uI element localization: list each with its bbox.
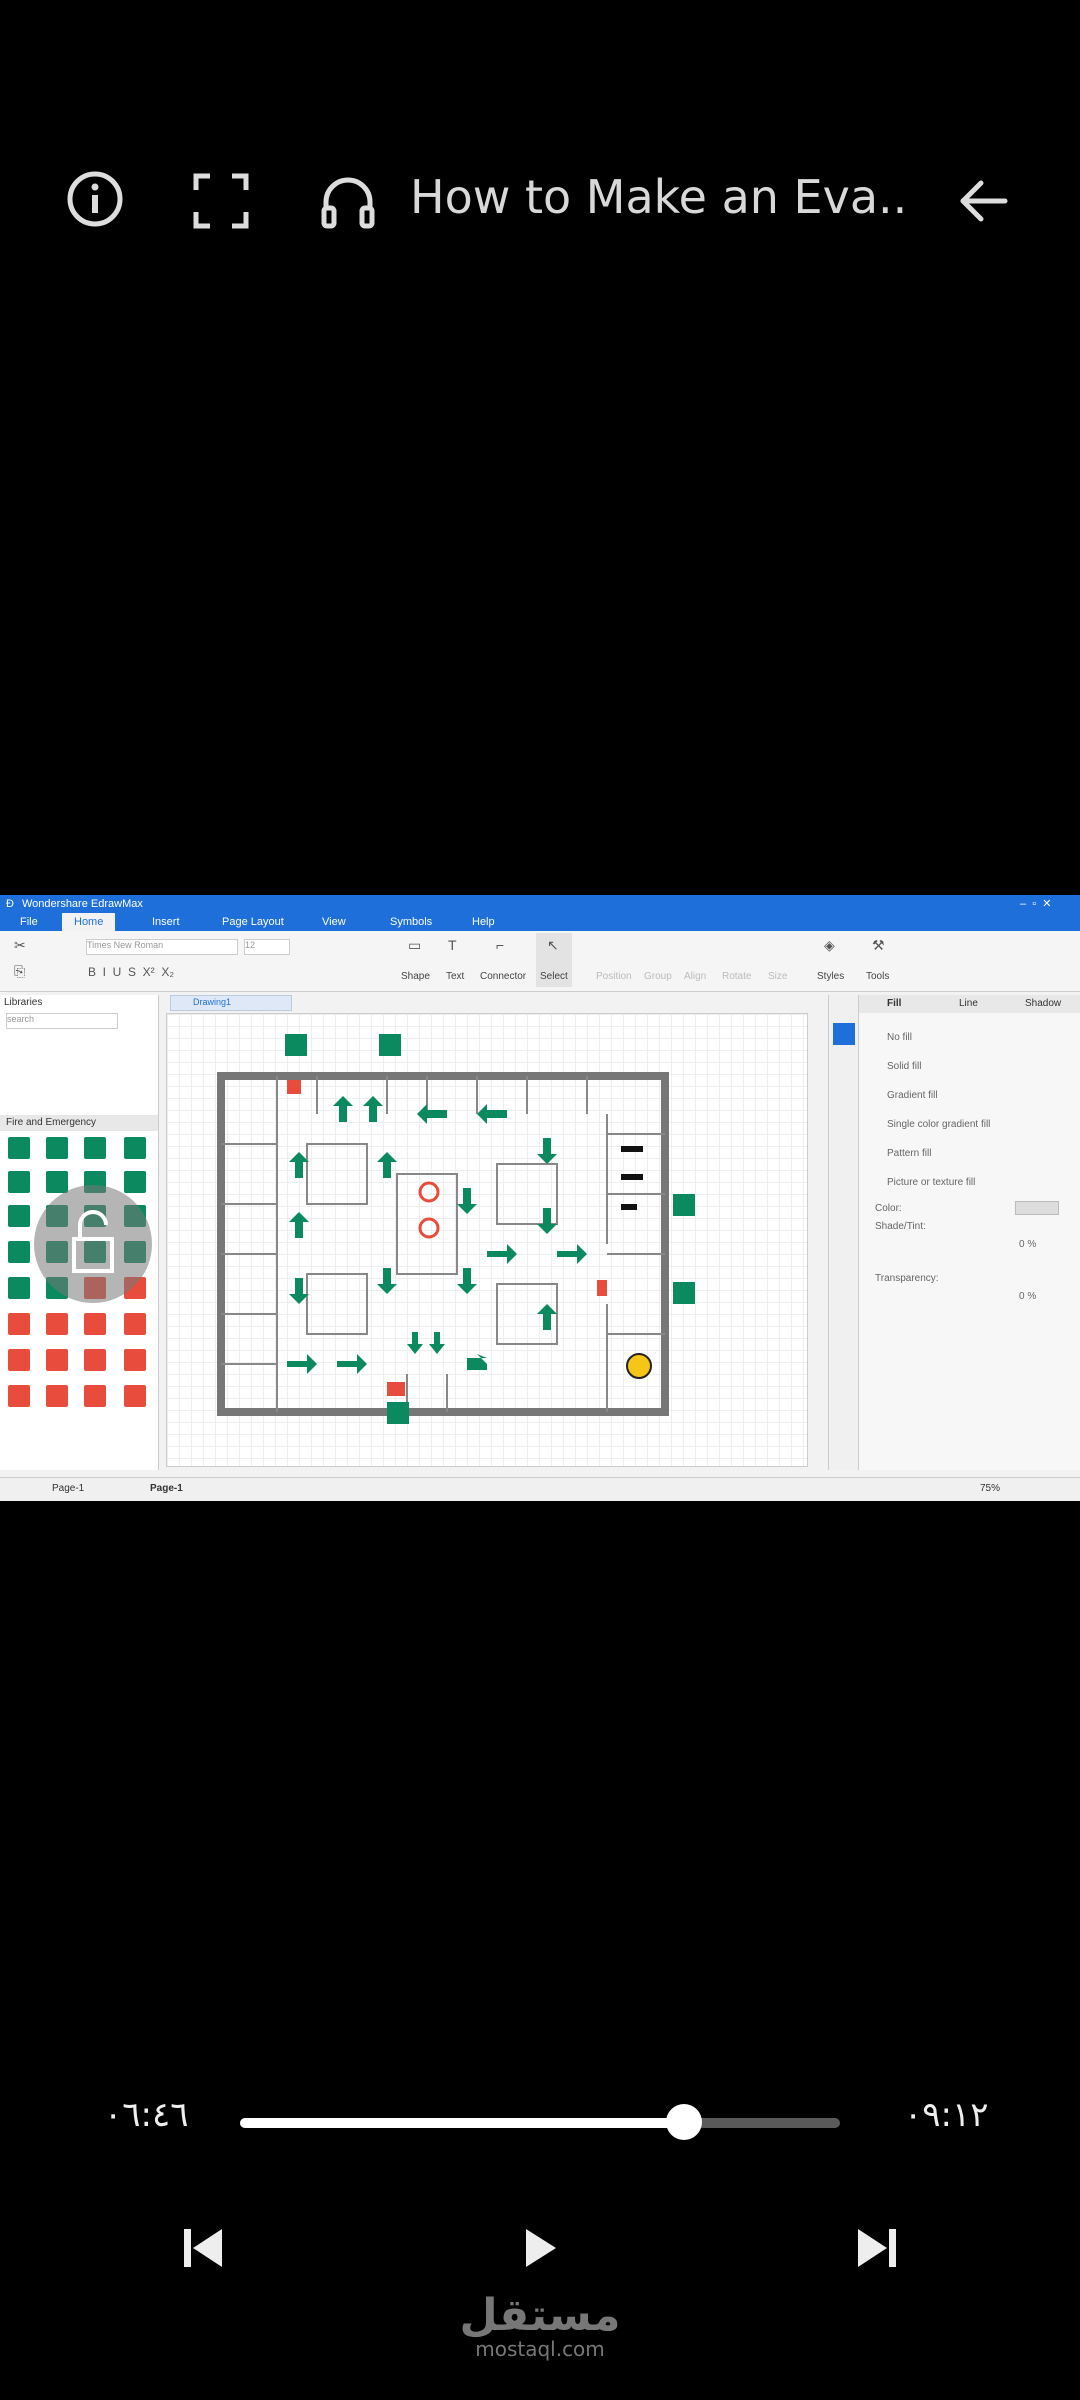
app-logo-icon: Ð	[6, 898, 14, 910]
color-swatch[interactable]	[1015, 1201, 1059, 1215]
transparency-value[interactable]: 0 %	[1019, 1291, 1036, 1302]
tab-line[interactable]: Line	[959, 998, 978, 1009]
app-window-title: Wondershare EdrawMax	[22, 898, 143, 910]
shape-tool-label[interactable]: Shape	[401, 971, 430, 982]
properties-panel: Fill Line Shadow No fill Solid fill Grad…	[858, 995, 1080, 1470]
shape-icon[interactable]: ▭	[408, 937, 421, 954]
headphones-icon[interactable]	[316, 170, 380, 234]
seek-bar[interactable]	[240, 2118, 840, 2128]
ribbon: ✂ ⎘ Times New Roman 12 B I U S X² X₂ ▭ S…	[0, 931, 1080, 992]
fill-option-picture[interactable]: Picture or texture fill	[887, 1168, 990, 1197]
status-bar: Page-1 Page-1 75%	[0, 1477, 1080, 1501]
menu-page-layout[interactable]: Page Layout	[222, 916, 284, 928]
styles-icon[interactable]: ◈	[824, 937, 835, 954]
page-tab[interactable]: Page-1	[150, 1483, 183, 1494]
app-titlebar: Ð Wondershare EdrawMax – ▫ ✕	[0, 895, 1080, 913]
position-label[interactable]: Position	[596, 971, 632, 982]
color-label: Color:	[875, 1203, 902, 1214]
copy-icon[interactable]: ⎘	[14, 963, 25, 980]
menu-insert[interactable]: Insert	[152, 916, 180, 928]
tools-label[interactable]: Tools	[866, 971, 889, 982]
video-frame[interactable]: Ð Wondershare EdrawMax – ▫ ✕ File Home I…	[0, 895, 1080, 1501]
document-tab-label: Drawing1	[193, 997, 232, 1007]
video-title: How to Make an Eva.....	[410, 170, 910, 224]
skip-previous-icon[interactable]	[170, 2215, 236, 2281]
arrow-left-icon[interactable]	[950, 168, 1016, 234]
total-time: ٠٩:١٢	[904, 2095, 989, 2135]
tools-icon[interactable]: ⚒	[872, 937, 885, 954]
lock-icon	[72, 1210, 114, 1273]
text-tool-label[interactable]: Text	[446, 971, 464, 982]
libraries-label: Libraries	[4, 997, 43, 1008]
evacuation-floor-plan	[217, 1034, 695, 1424]
library-category-label: Fire and Emergency	[6, 1117, 97, 1128]
lock-overlay[interactable]	[34, 1185, 152, 1303]
fill-option-solid[interactable]: Solid fill	[887, 1052, 990, 1081]
fill-tool-icon[interactable]	[833, 1023, 855, 1045]
skip-next-icon[interactable]	[844, 2215, 910, 2281]
menu-bar: File Home Insert Page Layout View Symbol…	[0, 913, 1080, 931]
connector-icon[interactable]: ⌐	[496, 937, 504, 953]
library-category[interactable]: Fire and Emergency	[0, 1115, 158, 1131]
play-icon[interactable]	[506, 2215, 572, 2281]
side-icon-strip	[828, 995, 859, 1470]
shade-value[interactable]: 0 %	[1019, 1239, 1036, 1250]
libraries-panel: Libraries search Fire and Emergency	[0, 995, 159, 1470]
menu-help[interactable]: Help	[472, 916, 495, 928]
styles-label[interactable]: Styles	[817, 971, 844, 982]
tab-shadow[interactable]: Shadow	[1025, 998, 1061, 1009]
transparency-label: Transparency:	[875, 1273, 939, 1284]
library-search-input[interactable]: search	[6, 1013, 118, 1029]
text-icon[interactable]: T	[448, 937, 457, 953]
menu-symbols[interactable]: Symbols	[390, 916, 432, 928]
document-tab[interactable]: Drawing1	[170, 995, 292, 1011]
size-label[interactable]: Size	[768, 971, 787, 982]
tab-fill[interactable]: Fill	[887, 998, 901, 1009]
font-size-select[interactable]: 12	[244, 939, 290, 955]
select-tool[interactable]: ↖ Select	[536, 933, 572, 987]
font-name-select[interactable]: Times New Roman	[86, 939, 238, 955]
fill-option-none[interactable]: No fill	[887, 1023, 990, 1052]
connector-tool-label[interactable]: Connector	[480, 971, 526, 982]
rotate-label[interactable]: Rotate	[722, 971, 751, 982]
fullscreen-icon[interactable]	[190, 170, 252, 232]
window-controls[interactable]: – ▫ ✕	[1020, 897, 1051, 910]
watermark-arabic: مستقل	[459, 2290, 621, 2341]
cut-icon[interactable]: ✂	[14, 937, 26, 954]
select-icon: ↖	[547, 937, 559, 953]
fill-option-pattern[interactable]: Pattern fill	[887, 1139, 990, 1168]
seek-bar-progress	[240, 2118, 684, 2128]
zoom-level[interactable]: 75%	[980, 1483, 1000, 1494]
fill-options: No fill Solid fill Gradient fill Single …	[887, 1023, 990, 1197]
fill-option-gradient[interactable]: Gradient fill	[887, 1081, 990, 1110]
select-tool-label: Select	[540, 971, 568, 982]
elapsed-time: ٠٦:٤٦	[104, 2095, 189, 2135]
drawing-canvas[interactable]	[166, 1013, 808, 1467]
seek-bar-thumb[interactable]	[666, 2104, 702, 2140]
menu-home[interactable]: Home	[62, 913, 116, 931]
menu-file[interactable]: File	[20, 916, 38, 928]
group-label[interactable]: Group	[644, 971, 672, 982]
menu-view[interactable]: View	[322, 916, 346, 928]
shade-label: Shade/Tint:	[875, 1221, 926, 1232]
align-label[interactable]: Align	[684, 971, 706, 982]
fill-option-single-gradient[interactable]: Single color gradient fill	[887, 1110, 990, 1139]
watermark: مستقل mostaql.com	[440, 2290, 640, 2361]
format-icons[interactable]: B I U S X² X₂	[88, 965, 174, 979]
page-selector[interactable]: Page-1	[52, 1483, 84, 1494]
info-icon[interactable]	[64, 168, 126, 230]
